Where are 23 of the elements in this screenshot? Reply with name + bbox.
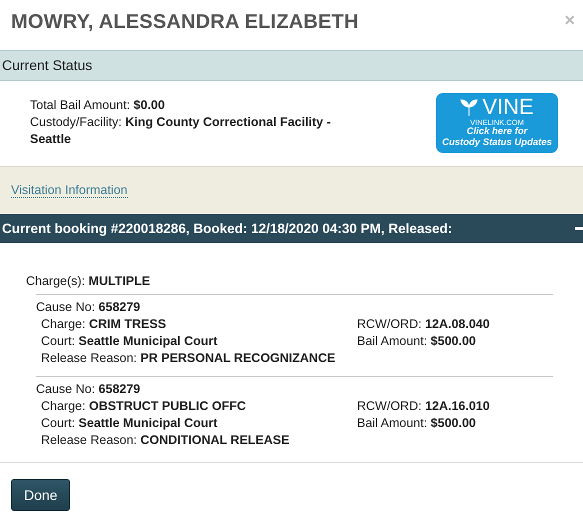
booking-title: Current booking #220018286, Booked: 12/18/2020 04:30 PM, Released: [2,221,452,236]
section-title: Current Status [2,57,92,74]
sprout-icon [460,98,478,116]
close-button[interactable]: × [564,11,575,29]
collapse-icon[interactable] [575,227,583,230]
charge-field: RCW/ORD: 12A.16.010 [357,398,553,416]
charge-field: Bail Amount: $500.00 [357,333,553,350]
charge-field: Court: Seattle Municipal Court [41,333,357,350]
charge-field: Release Reason: CONDITIONAL RELEASE [41,432,357,450]
person-name-title: MOWRY, ALESSANDRA ELIZABETH [11,11,359,34]
charge-field: Charge: CRIM TRESS [41,316,357,334]
status-field: Custody/Facility: King County Correctional Facility - Seattle [30,114,340,148]
visitation-link[interactable]: Visitation Information [11,183,128,198]
charges-summary: Charge(s): MULTIPLE [26,273,152,290]
charge-field: RCW/ORD: 12A.08.040 [357,316,553,334]
cause-number: Cause No: 658279 [36,381,142,398]
status-field: Total Bail Amount: $0.00 [30,97,340,114]
charge-field: Court: Seattle Municipal Court [41,415,357,432]
done-button[interactable]: Done [11,479,70,511]
charge-field: Release Reason: PR PERSONAL RECOGNIZANCE [41,350,357,368]
charge-field: Charge: OBSTRUCT PUBLIC OFFC [41,398,357,416]
charge-field: Bail Amount: $500.00 [357,415,553,432]
cause-number: Cause No: 658279 [36,299,142,316]
